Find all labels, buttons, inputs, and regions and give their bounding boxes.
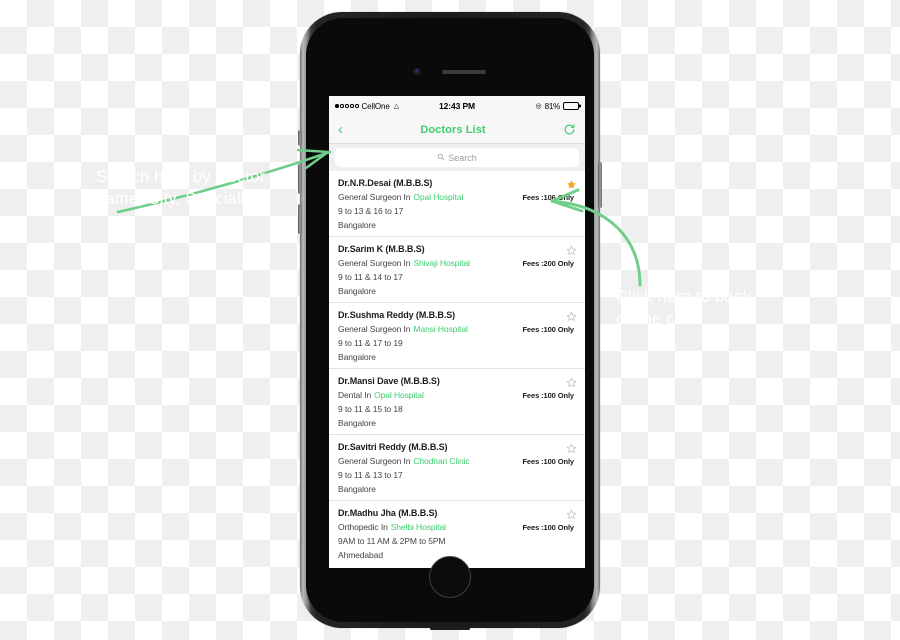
search-bar-container: Search <box>329 144 585 171</box>
doctors-list: Dr.N.R.Desai (M.B.B.S) General Surgeon In… <box>329 171 585 566</box>
doctor-hospital[interactable]: Opal Hospital <box>413 192 463 202</box>
doctor-list-item[interactable]: Dr.Mansi Dave (M.B.B.S) Dental In Opal Hos… <box>329 369 585 435</box>
power-button[interactable] <box>598 162 602 208</box>
doctor-fees: Fees :100 Only <box>522 523 574 532</box>
doctor-list-item[interactable]: Dr.Savitri Reddy (M.B.B.S) General Surgeo… <box>329 435 585 501</box>
volume-up-button[interactable] <box>298 164 302 194</box>
doctor-hospital[interactable]: Opal Hospital <box>374 390 424 400</box>
doctor-specialty: Dental In <box>338 390 372 400</box>
doctor-list-item[interactable]: Dr.Sarim K (M.B.B.S) General Surgeon In Sh… <box>329 237 585 303</box>
volume-down-button[interactable] <box>298 204 302 234</box>
doctor-detail-row: General Surgeon In Shivaji Hospital Fees :… <box>338 258 576 268</box>
doctor-fees: Fees :100 Only <box>522 391 574 400</box>
doctor-city: Bangalore <box>338 352 376 362</box>
doctor-hospital[interactable]: Shelbi Hospital <box>391 522 446 532</box>
doctor-city: Bangalore <box>338 220 376 230</box>
doctor-name: Dr.Mansi Dave (M.B.B.S) <box>338 376 440 386</box>
phone-screen: CellOne △ 12:43 PM ◎ 81% ‹ Doctors List <box>329 96 585 568</box>
battery-icon <box>563 102 581 110</box>
doctor-fees: Fees :106 Only <box>522 193 574 202</box>
doctor-city: Bangalore <box>338 484 376 494</box>
doctor-name: Dr.Madhu Jha (M.B.B.S) <box>338 508 438 518</box>
bottom-speaker-grille <box>430 627 470 630</box>
doctor-specialty: General Surgeon In <box>338 324 411 334</box>
doctor-detail-row: General Surgeon In Mansi Hospital Fees :10… <box>338 324 576 334</box>
doctor-specialty: General Surgeon In <box>338 258 411 268</box>
doctor-hours: 9 to 11 & 17 to 19 <box>338 338 403 348</box>
doctor-hospital[interactable]: Chodhari Clinic <box>413 456 469 466</box>
doctor-hours: 9 to 11 & 15 to 18 <box>338 404 403 414</box>
star-outline-icon[interactable] <box>566 507 577 519</box>
search-input[interactable]: Search <box>335 148 579 167</box>
star-outline-icon[interactable] <box>566 309 577 321</box>
status-bar: CellOne △ 12:43 PM ◎ 81% <box>329 96 585 116</box>
status-bar-right: ◎ 81% <box>535 101 581 111</box>
doctor-hospital[interactable]: Mansi Hospital <box>413 324 467 334</box>
navigation-bar: ‹ Doctors List <box>329 116 585 144</box>
doctor-specialty: Orthopedic In <box>338 522 388 532</box>
doctor-detail-row: General Surgeon In Chodhari Clinic Fees :1… <box>338 456 576 466</box>
doctor-list-item[interactable]: Dr.Sushma Reddy (M.B.B.S) General Surgeon… <box>329 303 585 369</box>
doctor-list-item[interactable]: Dr.N.R.Desai (M.B.B.S) General Surgeon In… <box>329 171 585 237</box>
star-outline-icon[interactable] <box>566 243 577 255</box>
doctor-name: Dr.N.R.Desai (M.B.B.S) <box>338 178 433 188</box>
doctor-fees: Fees :100 Only <box>522 457 574 466</box>
doctor-detail-row: Orthopedic In Shelbi Hospital Fees :100 On… <box>338 522 576 532</box>
doctor-hours: 9 to 11 & 14 to 17 <box>338 272 403 282</box>
doctor-hours: 9 to 11 & 13 to 17 <box>338 470 403 480</box>
doctor-fees: Fees :200 Only <box>522 259 574 268</box>
doctor-city: Bangalore <box>338 418 376 428</box>
doctor-hospital[interactable]: Shivaji Hospital <box>413 258 470 268</box>
doctor-specialty: General Surgeon In <box>338 456 411 466</box>
doctor-detail-row: General Surgeon In Opal Hospital Fees :106… <box>338 192 576 202</box>
star-filled-icon[interactable] <box>566 177 577 189</box>
home-button[interactable] <box>429 556 471 598</box>
doctor-hours: 9 to 13 & 16 to 17 <box>338 206 404 216</box>
star-outline-icon[interactable] <box>566 375 577 387</box>
doctor-hours: 9AM to 11 AM & 2PM to 5PM <box>338 536 446 546</box>
doctor-name: Dr.Sarim K (M.B.B.S) <box>338 244 425 254</box>
page-title: Doctors List <box>420 123 486 136</box>
refresh-icon[interactable] <box>563 123 576 136</box>
silent-switch[interactable] <box>298 130 302 146</box>
search-placeholder-text: Search <box>448 152 477 163</box>
bluetooth-icon: ◎ <box>535 103 542 110</box>
doctor-city: Bangalore <box>338 286 376 296</box>
doctor-specialty: General Surgeon In <box>338 192 411 202</box>
doctor-detail-row: Dental In Opal Hospital Fees :100 Only <box>338 390 576 400</box>
star-outline-icon[interactable] <box>566 441 577 453</box>
search-icon <box>437 153 445 163</box>
earpiece-speaker <box>442 70 486 74</box>
doctor-fees: Fees :100 Only <box>522 325 574 334</box>
doctor-name: Dr.Sushma Reddy (M.B.B.S) <box>338 310 456 320</box>
back-chevron-icon[interactable]: ‹ <box>338 122 343 137</box>
battery-percent-label: 81% <box>544 101 561 111</box>
phone-device-frame: CellOne △ 12:43 PM ◎ 81% ‹ Doctors List <box>298 12 602 630</box>
doctor-name: Dr.Savitri Reddy (M.B.B.S) <box>338 442 448 452</box>
phone-bezel: CellOne △ 12:43 PM ◎ 81% ‹ Doctors List <box>306 18 594 622</box>
front-camera-icon <box>413 68 421 75</box>
